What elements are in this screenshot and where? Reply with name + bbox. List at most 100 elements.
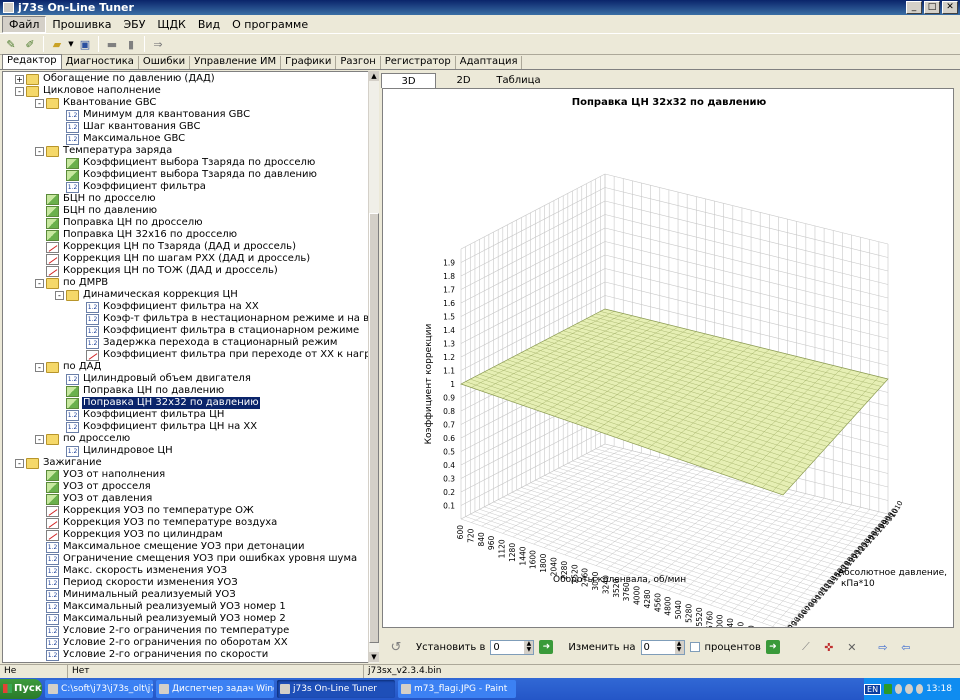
- tree-item[interactable]: 1.2 Шаг квантования GBC: [55, 121, 201, 133]
- tree-item[interactable]: УОЗ от давления: [35, 493, 153, 505]
- tree-item[interactable]: 1.2 Цилиндровый объем двигателя: [55, 373, 252, 385]
- tab-logger[interactable]: Регистратор: [381, 56, 456, 69]
- chart-area[interactable]: Поправка ЦН 32х32 по давлению 0.1 0.2 0.3 0…: [382, 88, 954, 628]
- tree-item[interactable]: 1.2 Коэф-т фильтра в нестационарном режим…: [75, 313, 377, 325]
- spin-icon[interactable]: ▲ ▼: [524, 640, 534, 654]
- tree-item[interactable]: 1.2 Максимальное смещение УОЗ при детонац…: [35, 541, 305, 553]
- tree-folder[interactable]: - по дросселю: [35, 433, 131, 445]
- expand-icon[interactable]: +: [15, 74, 24, 84]
- tree-item[interactable]: Поправка ЦН 32х16 по дросселю: [35, 229, 238, 241]
- task-explorer[interactable]: C:\soft\j73\j73s_olt\j73s...: [45, 680, 153, 698]
- tree-item[interactable]: БЦН по давлению: [35, 205, 158, 217]
- maximize-button[interactable]: □: [924, 1, 940, 14]
- tab-actuators[interactable]: Управление ИМ: [190, 56, 282, 69]
- tree-item[interactable]: 1.2 Максимальный реализуемый УОЗ номер 1: [35, 601, 287, 613]
- tree-item[interactable]: Коррекция УОЗ по температуре ОЖ: [35, 505, 255, 517]
- scroll-up-icon[interactable]: ▲: [369, 71, 379, 81]
- undo-icon[interactable]: ↺: [387, 638, 405, 656]
- menu-view[interactable]: Вид: [192, 17, 226, 32]
- tree-item[interactable]: УОЗ от дросселя: [35, 481, 152, 493]
- tree-item[interactable]: БЦН по дросселю: [35, 193, 157, 205]
- tree-folder[interactable]: - Температура заряда: [35, 145, 173, 157]
- tree-folder[interactable]: - Цикловое наполнение: [15, 85, 162, 97]
- close-button[interactable]: ✕: [942, 1, 958, 14]
- menu-about[interactable]: О программе: [226, 17, 314, 32]
- tree-item[interactable]: УОЗ от наполнения: [35, 469, 166, 481]
- set-value-input[interactable]: 0 ▲ ▼: [490, 639, 535, 655]
- tree-folder[interactable]: - по ДМРВ: [35, 277, 109, 289]
- tree-item[interactable]: Коррекция ЦН по шагам РХХ (ДАД и дроссел…: [35, 253, 311, 265]
- tree-folder[interactable]: - Квантование GBC: [35, 97, 157, 109]
- percent-checkbox[interactable]: [689, 642, 700, 652]
- language-indicator[interactable]: EN: [864, 683, 882, 695]
- tree-item[interactable]: 1.2 Минимальный реализуемый УОЗ: [35, 589, 237, 601]
- tree-item[interactable]: 1.2 Коэффициент фильтра ЦН на ХХ: [55, 421, 258, 433]
- tree-item[interactable]: 1.2 Минимум для квантования GBC: [55, 109, 251, 121]
- tree-item[interactable]: 1.2 Цилиндровое ЦН: [55, 445, 174, 457]
- tray-icon[interactable]: [915, 684, 924, 694]
- tree-item[interactable]: Коэффициент выбора Тзаряда по дросселю: [55, 157, 316, 169]
- minimize-button[interactable]: _: [906, 1, 922, 14]
- parameter-tree[interactable]: + Обогащение по давлению (ДАД) - Цикловое н…: [2, 71, 378, 663]
- tray-icon[interactable]: [905, 684, 913, 694]
- surface-chart[interactable]: 0.1 0.2 0.3 0.4 0.5 0.6 0.7 0.8 0.9 1 1.1 1.2 1.3 1.4…: [383, 89, 953, 627]
- tree-scrollbar[interactable]: ▲ ▼: [368, 71, 379, 663]
- task-manager[interactable]: Диспетчер задач Wind...: [156, 680, 274, 698]
- tree-item[interactable]: 1.2 Условие 2-го ограничения по скорости: [35, 649, 269, 661]
- smooth-icon[interactable]: ✜: [820, 638, 838, 656]
- collapse-icon[interactable]: -: [35, 98, 44, 108]
- tree-folder[interactable]: - по ДАД: [35, 361, 102, 373]
- collapse-icon[interactable]: -: [35, 434, 44, 444]
- tools-icon[interactable]: ✕: [843, 638, 861, 656]
- tab-errors[interactable]: Ошибки: [139, 56, 191, 69]
- tree-item[interactable]: Коэффициент фильтра при переходе от ХХ к…: [75, 349, 377, 361]
- connect-icon[interactable]: ✎: [2, 35, 20, 53]
- read-ecu-icon[interactable]: ▬: [103, 35, 121, 53]
- tree-item[interactable]: 1.2 Коэффициент фильтра: [55, 181, 207, 193]
- change-value-input[interactable]: 0 ▲ ▼: [640, 639, 685, 655]
- spin-icon[interactable]: ▲ ▼: [674, 640, 684, 654]
- tray-green-icon[interactable]: [884, 684, 892, 694]
- collapse-icon[interactable]: -: [55, 290, 64, 300]
- tree-item[interactable]: 1.2 Макс. скорость изменения УОЗ: [35, 565, 228, 577]
- scroll-down-icon[interactable]: ▼: [369, 652, 379, 662]
- open-folder-icon[interactable]: ▰: [48, 35, 66, 53]
- tree-item[interactable]: 1.2 Максимальный реализуемый УОЗ номер 2: [35, 613, 287, 625]
- collapse-icon[interactable]: -: [15, 86, 24, 96]
- tree-item[interactable]: 1.2 Коэффициент фильтра на ХХ: [75, 301, 260, 313]
- tree-item[interactable]: Поправка ЦН по дросселю: [35, 217, 204, 229]
- paste-icon[interactable]: ⇦: [897, 638, 915, 656]
- tab-table[interactable]: Таблица: [491, 73, 546, 88]
- dropdown-arrow-icon[interactable]: ▼: [67, 35, 75, 53]
- menu-ecu[interactable]: ЭБУ: [117, 17, 151, 32]
- start-button[interactable]: Пуск: [0, 679, 42, 699]
- task-tuner[interactable]: j73s On-Line Tuner: [277, 680, 395, 698]
- tree-item[interactable]: 1.2 Условие 2-го ограничения по температу…: [35, 625, 290, 637]
- menu-file[interactable]: Файл: [2, 15, 47, 33]
- tree-item[interactable]: Коррекция УОЗ по цилиндрам: [35, 529, 224, 541]
- tree-item[interactable]: 1.2 Ограничение смещения УОЗ при ошибках …: [35, 553, 358, 565]
- collapse-icon[interactable]: -: [35, 146, 44, 156]
- task-paint[interactable]: m73_flagi.JPG - Paint: [398, 680, 516, 698]
- tree-item[interactable]: Поправка ЦН 32х32 по давлению: [55, 397, 260, 409]
- arrow-right-icon[interactable]: ⇒: [149, 35, 167, 53]
- save-icon[interactable]: ▣: [76, 35, 94, 53]
- apply-set-icon[interactable]: ➜: [539, 640, 554, 654]
- interpolate-icon[interactable]: ⟋: [797, 638, 815, 656]
- tray-icon[interactable]: [894, 684, 903, 694]
- tree-folder[interactable]: - Зажигание: [15, 457, 103, 469]
- tree-item[interactable]: Поправка ЦН по давлению: [55, 385, 225, 397]
- tree-item[interactable]: 1.2 Условие 2-го ограничения по оборотам …: [35, 637, 289, 649]
- apply-change-icon[interactable]: ➜: [765, 640, 780, 654]
- tree-item[interactable]: 1.2 Коэффициент фильтра ЦН: [55, 409, 225, 421]
- disconnect-icon[interactable]: ✐: [21, 35, 39, 53]
- tab-editor[interactable]: Редактор: [2, 54, 62, 69]
- tab-adaptation[interactable]: Адаптация: [456, 56, 523, 69]
- tab-3d[interactable]: 3D: [381, 73, 436, 88]
- tree-folder[interactable]: - Динамическая коррекция ЦН: [55, 289, 239, 301]
- tree-item[interactable]: Коррекция ЦН по Тзаряда (ДАД и дроссель): [35, 241, 297, 253]
- tree-item[interactable]: 1.2 Период скорости изменения УОЗ: [35, 577, 239, 589]
- tab-acceleration[interactable]: Разгон: [336, 56, 381, 69]
- copy-icon[interactable]: ⇨: [874, 638, 892, 656]
- write-ecu-icon[interactable]: ▮: [122, 35, 140, 53]
